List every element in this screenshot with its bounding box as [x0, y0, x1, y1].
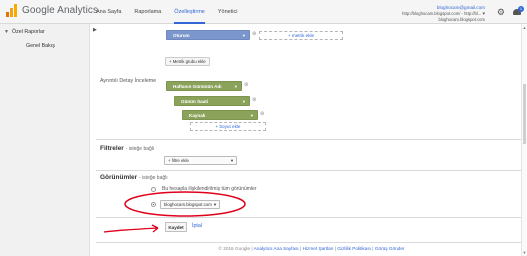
footer-link-privacy[interactable]: Gizlilik Politikası: [337, 246, 371, 251]
account-switcher[interactable]: bloghocam@gmail.com http://bloghocam.blo…: [402, 5, 485, 23]
save-button[interactable]: Kaydet: [165, 222, 187, 232]
settings-gear-icon[interactable]: ⚙: [497, 8, 505, 17]
notifications-bell-icon[interactable]: 1: [513, 6, 524, 16]
scroll-up-icon[interactable]: ▲: [522, 25, 527, 30]
dimension-pill-source[interactable]: Kaynak ▾: [182, 110, 258, 120]
footer-link-home[interactable]: Analytics Ana Sayfası: [254, 246, 299, 251]
chevron-down-icon: ▾: [242, 99, 245, 104]
add-metric-group-button[interactable]: + Metrik grubu ekle: [165, 57, 210, 66]
account-view-line: bloghocam.blogspot.com: [438, 17, 485, 22]
sidebar: ▼ Özel Raporlar Genel Bakış: [0, 24, 90, 256]
notification-badge: 1: [518, 6, 524, 12]
remove-dimension-icon[interactable]: ⊗: [244, 82, 249, 88]
filters-heading: Filtreler - isteğe bağlı: [100, 145, 155, 152]
dimension-pill-hour[interactable]: Günün Saati ▾: [174, 96, 250, 106]
tab-raporlama[interactable]: Raporlama: [134, 0, 161, 24]
section-divider: [96, 242, 527, 243]
sidebar-item-overview[interactable]: Genel Bakış: [26, 43, 55, 49]
chevron-down-icon: ▾: [242, 33, 245, 38]
views-heading: Görünümler - isteğe bağlı: [100, 174, 168, 181]
analytics-logo-icon: [6, 4, 18, 17]
footer-link-terms[interactable]: Hizmet Şartları: [303, 246, 334, 251]
chevron-down-icon: ▾: [230, 158, 233, 163]
scroll-down-icon[interactable]: ▼: [522, 250, 527, 255]
top-bar: Google Analytics Ana Sayfa Raporlama Öze…: [0, 0, 527, 24]
all-views-label: Bu hesapla ilişkilendirilmiş tüm görünüm…: [162, 186, 257, 192]
section-divider: [96, 217, 527, 218]
chevron-down-icon: ▾: [234, 84, 237, 89]
dimension-pill-weekday[interactable]: Haftanın Gününün Adı ▾: [166, 81, 242, 91]
drilldown-label: Ayrıntılı Detay İnceleme: [100, 78, 157, 84]
remove-metric-icon[interactable]: ⊗: [252, 31, 257, 37]
add-dimension-button[interactable]: + boyut ekle: [190, 122, 266, 131]
section-divider: [96, 170, 527, 171]
chevron-down-icon: ▾: [250, 113, 253, 118]
expand-arrow-icon[interactable]: ▼: [4, 29, 9, 35]
tab-ozellestirme[interactable]: Özelleştirme: [174, 0, 205, 24]
scrollbar-thumb[interactable]: [523, 84, 526, 144]
add-filter-select[interactable]: + filtre ekle ▾: [164, 156, 237, 165]
scrollbar[interactable]: ▲ ▼: [521, 24, 527, 256]
report-editor: Oturum ▾ ⊗ + metrik ekle + Metrik grubu e…: [96, 24, 527, 256]
view-select[interactable]: bloghocam.blogspot.com ▾: [160, 200, 220, 209]
chevron-down-icon: ▾: [213, 202, 216, 207]
app-logo[interactable]: Google Analytics: [6, 4, 98, 17]
remove-dimension-icon[interactable]: ⊗: [252, 97, 257, 103]
app-title: Google Analytics: [22, 5, 99, 16]
footer-link-feedback[interactable]: Görüş Gönder: [375, 246, 405, 251]
add-metric-button[interactable]: + metrik ekle: [259, 31, 343, 40]
tab-ana-sayfa[interactable]: Ana Sayfa: [96, 0, 121, 24]
cancel-link[interactable]: İptal: [192, 223, 202, 229]
radio-all-views[interactable]: [151, 187, 156, 192]
footer: © 2016 Google | Analytics Ana Sayfası | …: [218, 246, 405, 251]
sidebar-section-custom-reports[interactable]: Özel Raporlar: [12, 29, 45, 35]
remove-dimension-icon[interactable]: ⊗: [260, 111, 265, 117]
radio-selected-view[interactable]: [151, 202, 156, 207]
chevron-down-icon: ▾: [482, 10, 485, 17]
tab-yonetici[interactable]: Yönetici: [218, 0, 238, 24]
main-nav: Ana Sayfa Raporlama Özelleştirme Yönetic…: [96, 0, 250, 24]
footer-copyright: © 2016 Google: [218, 246, 251, 251]
metric-pill-sessions[interactable]: Oturum ▾: [166, 30, 250, 40]
section-divider: [96, 139, 527, 140]
